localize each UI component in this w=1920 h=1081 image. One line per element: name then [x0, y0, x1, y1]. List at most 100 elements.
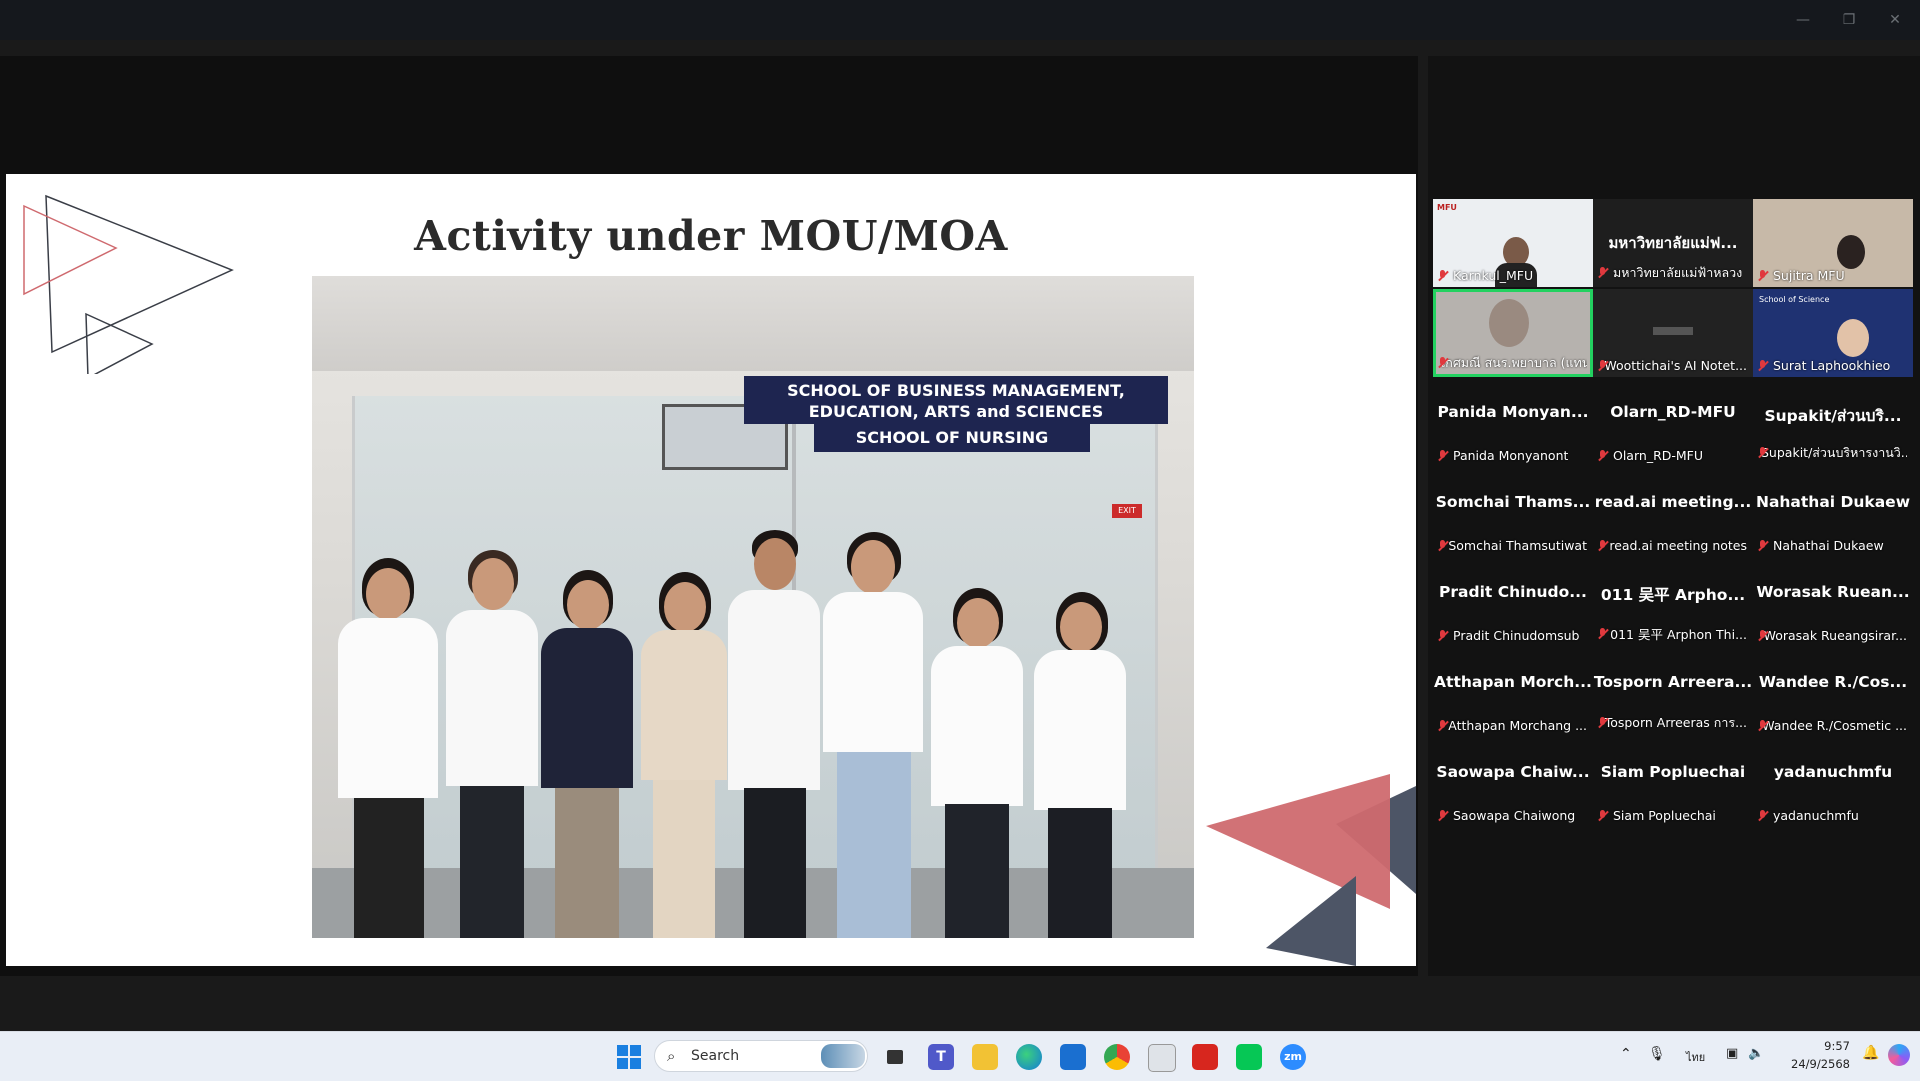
muted-mic-icon	[1437, 269, 1449, 282]
minimize-button[interactable]: —	[1788, 8, 1818, 32]
participant-display-name: Saowapa Chaiw...	[1436, 763, 1590, 781]
video-tile-karnkul[interactable]: MFU Karnkul_MFU	[1433, 199, 1593, 287]
participant-face	[1837, 235, 1865, 269]
participant-display-name: มหาวิทยาลัยแม่ฟ...	[1608, 234, 1738, 252]
participant-display-name: Olarn_RD-MFU	[1610, 403, 1736, 421]
clock-date[interactable]: 24/9/2568	[1780, 1057, 1850, 1071]
participant-name: Panida Monyanont	[1437, 448, 1568, 463]
sign-line-2: EDUCATION, ARTS and SCIENCES	[808, 402, 1104, 421]
presentation-slide: Activity under MOU/MOA EXIT SCHOOL OF BU…	[6, 174, 1416, 966]
restore-button[interactable]: ❐	[1834, 8, 1864, 32]
muted-mic-icon	[1437, 539, 1446, 552]
windows-taskbar: ⌕ Search T zm ⌃ 🎙 ไทย ▣ 🔈 9:57 24/9/2568…	[0, 1031, 1920, 1081]
participant-name: Tosporn Arreeras การ...	[1597, 713, 1747, 733]
participant-name: read.ai meeting notes	[1597, 538, 1747, 553]
participant-display-name: Supakit/ส่วนบริ...	[1764, 407, 1902, 425]
participant-name: Woottichai's AI Notet...	[1597, 358, 1747, 373]
participant-tile[interactable]: Atthapan Morch... Atthapan Morchang ...	[1433, 649, 1593, 737]
participant-tile[interactable]: Worasak Ruean... Worasak Rueangsirar...	[1753, 559, 1913, 647]
muted-mic-icon	[1757, 269, 1769, 282]
muted-mic-icon	[1757, 809, 1769, 822]
shared-screen-area: Activity under MOU/MOA EXIT SCHOOL OF BU…	[0, 56, 1418, 976]
acrobat-icon[interactable]	[1192, 1044, 1218, 1070]
participant-tile[interactable]: Siam Popluechai Siam Popluechai	[1593, 739, 1753, 827]
participant-tile[interactable]: Olarn_RD-MFU Olarn_RD-MFU	[1593, 379, 1753, 467]
chevron-up-icon[interactable]: ⌃	[1620, 1046, 1632, 1062]
decorative-triangles-top-left	[23, 194, 234, 374]
video-tile-surat[interactable]: School of Science Surat Laphookhieo	[1753, 289, 1913, 377]
person-8	[1030, 592, 1130, 938]
network-icon[interactable]: ▣	[1726, 1046, 1738, 1061]
store-icon[interactable]	[1060, 1044, 1086, 1070]
window-titlebar: — ❐ ✕	[0, 0, 1920, 40]
video-tile-mfu[interactable]: มหาวิทยาลัยแม่ฟ... มหาวิทยาลัยแม่ฟ้าหลวง	[1593, 199, 1753, 287]
participant-name: Atthapan Morchang ...	[1437, 718, 1587, 733]
muted-mic-icon	[1757, 359, 1769, 372]
participant-name: yadanuchmfu	[1757, 808, 1859, 823]
participant-name: Karnkul_MFU	[1437, 268, 1533, 283]
input-language[interactable]: ไทย	[1686, 1048, 1705, 1066]
close-button[interactable]: ✕	[1880, 8, 1910, 32]
folder-icon[interactable]	[1148, 1044, 1176, 1072]
system-tray: ⌃ 🎙 ไทย ▣ 🔈 9:57 24/9/2568 🔔	[1612, 1032, 1920, 1081]
muted-mic-icon	[1597, 449, 1609, 462]
participant-display-name: yadanuchmfu	[1773, 763, 1893, 781]
muted-mic-icon	[1597, 539, 1606, 552]
participant-name: Supakit/ส่วนบริหารงานวิ...	[1760, 445, 1907, 460]
participant-name: Pradit Chinudomsub	[1437, 628, 1580, 643]
participant-tile[interactable]: Wandee R./Cos... Wandee R./Cosmetic ...	[1753, 649, 1913, 737]
participant-display-name: Atthapan Morch...	[1434, 673, 1592, 691]
teams-icon[interactable]: T	[928, 1044, 954, 1070]
search-icon: ⌕	[667, 1047, 676, 1065]
clock-time[interactable]: 9:57	[1780, 1039, 1850, 1053]
nursing-sign: SCHOOL OF NURSING	[814, 424, 1090, 452]
task-view-icon[interactable]	[882, 1044, 908, 1070]
video-tile-active-speaker[interactable]: เกศมณี สนร.พยาบาล (แทน)	[1433, 289, 1593, 377]
participant-tile[interactable]: Nahathai Dukaew Nahathai Dukaew	[1753, 469, 1913, 557]
start-icon[interactable]	[616, 1044, 642, 1070]
muted-mic-icon	[1757, 629, 1764, 642]
participant-tile[interactable]: read.ai meeting... read.ai meeting notes	[1593, 469, 1753, 557]
line-icon[interactable]	[1236, 1044, 1262, 1070]
muted-mic-icon	[1757, 719, 1767, 732]
search-placeholder: Search	[691, 1048, 740, 1064]
person-2	[442, 550, 542, 938]
participant-tile[interactable]: Saowapa Chaiw... Saowapa Chaiwong	[1433, 739, 1593, 827]
file-explorer-icon[interactable]	[972, 1044, 998, 1070]
video-tile-ai-notetaker[interactable]: Woottichai's AI Notet...	[1593, 289, 1753, 377]
participant-tile[interactable]: 011 吴平 Arpho... 011 吴平 Arphon Thi...	[1593, 559, 1753, 647]
participant-tile[interactable]: Supakit/ส่วนบริ... Supakit/ส่วนบริหารงานว…	[1753, 379, 1913, 467]
participant-name: Worasak Rueangsirar...	[1757, 628, 1907, 643]
participant-tile[interactable]: Somchai Thams... Somchai Thamsutiwat	[1433, 469, 1593, 557]
slide-title: Activity under MOU/MOA	[414, 212, 1008, 260]
edge-icon[interactable]	[1016, 1044, 1042, 1070]
participant-display-name: read.ai meeting...	[1594, 493, 1752, 511]
participant-tile[interactable]: yadanuchmfu yadanuchmfu	[1753, 739, 1913, 827]
volume-icon[interactable]: 🔈	[1748, 1046, 1764, 1061]
participant-tile[interactable]: Tosporn Arreera... Tosporn Arreeras การ..…	[1593, 649, 1753, 737]
taskbar-search-box[interactable]: ⌕ Search	[654, 1040, 868, 1072]
chrome-icon[interactable]	[1104, 1044, 1130, 1070]
participant-name: เกศมณี สนร.พยาบาล (แทน)	[1440, 355, 1587, 370]
person-3	[537, 570, 637, 938]
muted-mic-icon	[1597, 359, 1606, 372]
participant-display-name: Siam Popluechai	[1600, 763, 1746, 781]
participant-tile[interactable]: Pradit Chinudo... Pradit Chinudomsub	[1433, 559, 1593, 647]
microphone-icon[interactable]: 🎙	[1648, 1046, 1666, 1062]
decorative-triangles-bottom-right	[1206, 774, 1416, 966]
participant-name: 011 吴平 Arphon Thi...	[1597, 624, 1747, 643]
participant-face	[1837, 319, 1869, 357]
participant-name: Wandee R./Cosmetic ...	[1757, 718, 1907, 733]
mfu-logo: MFU	[1437, 203, 1457, 212]
participant-display-name: Somchai Thams...	[1435, 493, 1591, 511]
video-tile-sujitra[interactable]: Sujitra MFU	[1753, 199, 1913, 287]
participant-gallery: MFU Karnkul_MFU มหาวิทยาลัยแม่ฟ... มหาวิ…	[1428, 56, 1920, 976]
person-5	[724, 530, 824, 938]
person-7	[927, 588, 1027, 938]
copilot-icon[interactable]	[1888, 1044, 1910, 1066]
zoom-icon[interactable]: zm	[1280, 1044, 1306, 1070]
notification-bell-icon[interactable]: 🔔	[1862, 1045, 1879, 1061]
participant-display-name: Worasak Ruean...	[1756, 583, 1910, 601]
participant-tile[interactable]: Panida Monyan... Panida Monyanont	[1433, 379, 1593, 467]
participant-display-name: 011 吴平 Arpho...	[1600, 586, 1746, 604]
